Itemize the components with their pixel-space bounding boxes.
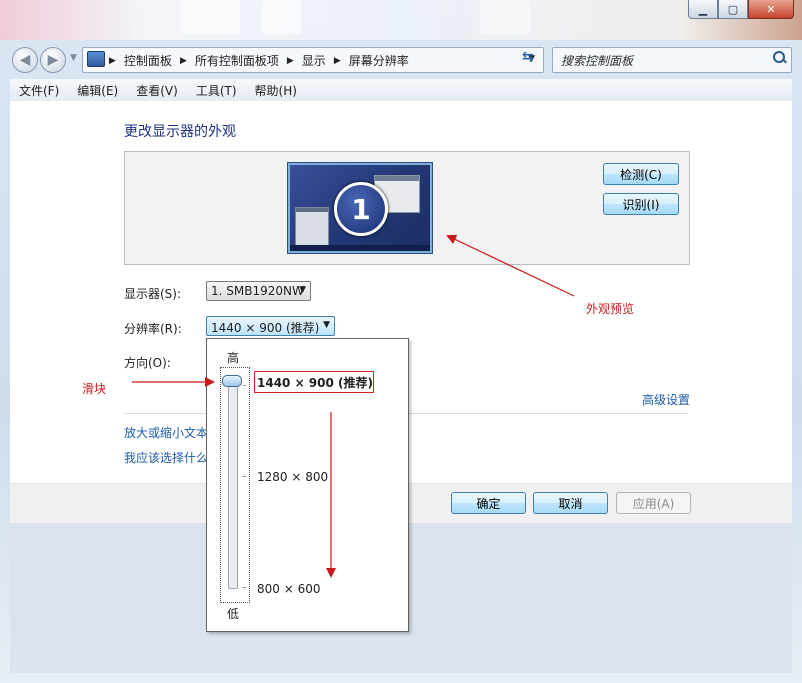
slider-tick [243,587,246,588]
minimize-button[interactable]: ▁ [688,0,718,19]
apply-button: 应用(A) [616,492,691,514]
breadcrumb: ▶ 控制面板 ▶ 所有控制面板项 ▶ 显示 ▶ 屏幕分辨率 [109,52,409,69]
maximize-icon: ▢ [727,2,739,16]
background-thumbnail [262,0,302,34]
resolution-label: 分辨率(R): [124,322,182,336]
ok-button[interactable]: 确定 [451,492,526,514]
recent-pages-dropdown[interactable]: ▼ [70,53,77,63]
navigation-bar: ◀ ▶ ▼ ▶ 控制面板 ▶ 所有控制面板项 ▶ 显示 ▶ 屏幕分辨率 ▼ ⇆ … [10,44,792,76]
chevron-right-icon[interactable]: ▶ [180,56,187,66]
resolution-slider-thumb[interactable] [222,375,242,387]
slider-low-label: 低 [227,607,240,621]
resolution-select[interactable]: 1440 × 900 (推荐) ▼ [206,316,335,336]
page-title: 更改显示器的外观 [124,124,236,140]
annotation-highlight-box [254,371,374,393]
refresh-icon[interactable]: ⇆ [522,49,542,69]
breadcrumb-item[interactable]: 显示 [302,52,326,69]
display-select[interactable]: 1. SMB1920NW ▼ [206,281,311,301]
breadcrumb-item[interactable]: 控制面板 [124,52,172,69]
search-box[interactable]: 搜索控制面板 [552,47,792,73]
control-panel-icon [87,51,105,67]
text-size-link[interactable]: 放大或缩小文本 [124,424,208,441]
forward-arrow-icon: ▶ [47,52,59,68]
breadcrumb-item[interactable]: 屏幕分辨率 [349,52,409,69]
menu-tools[interactable]: 工具(T) [187,79,246,101]
back-button[interactable]: ◀ [12,47,38,73]
close-icon: ✕ [766,2,776,16]
display-select-value: 1. SMB1920NW [211,284,304,298]
caption-buttons: ▁ ▢ ✕ [688,0,794,19]
background-thumbnail [180,0,240,34]
menu-bar: 文件(F) 编辑(E) 查看(V) 工具(T) 帮助(H) [10,79,792,102]
menu-file[interactable]: 文件(F) [10,79,68,101]
chevron-right-icon[interactable]: ▶ [109,56,116,66]
chevron-right-icon[interactable]: ▶ [334,56,341,66]
display-preview-area: 1 检测(C) 识别(I) [124,151,690,265]
annotation-slider-note: 滑块 [82,382,107,396]
search-placeholder[interactable]: 搜索控制面板 [561,52,633,69]
orientation-label: 方向(O): [124,356,171,370]
address-bar[interactable]: ▶ 控制面板 ▶ 所有控制面板项 ▶ 显示 ▶ 屏幕分辨率 ▼ [82,47,544,73]
slider-tick [243,385,246,386]
advanced-settings-link[interactable]: 高级设置 [642,391,690,408]
identify-button[interactable]: 识别(I) [603,193,679,215]
annotation-preview-note: 外观预览 [586,302,635,316]
display-label: 显示器(S): [124,287,182,301]
window-frame: ▁ ▢ ✕ ◀ ▶ ▼ ▶ 控制面板 ▶ 所有控制面板项 ▶ 显示 ▶ 屏幕分辨… [0,0,802,683]
search-icon[interactable] [773,51,785,63]
menu-edit[interactable]: 编辑(E) [68,79,127,101]
monitor-thumbnail[interactable]: 1 [288,163,432,253]
taskbar-thumbnail [290,245,430,251]
background-thumbnail [480,0,530,34]
minimize-icon: ▁ [698,2,708,16]
resolution-option[interactable]: 800 × 600 [257,582,321,596]
monitor-number-badge: 1 [334,182,388,236]
cancel-button[interactable]: 取消 [533,492,608,514]
chevron-down-icon: ▼ [323,320,330,330]
display-settings-help-link[interactable]: 我应该选择什么 [124,449,208,466]
breadcrumb-item[interactable]: 所有控制面板项 [195,52,279,69]
resolution-select-value: 1440 × 900 (推荐) [211,321,320,335]
close-button[interactable]: ✕ [748,0,794,19]
maximize-button[interactable]: ▢ [718,0,748,19]
chevron-right-icon[interactable]: ▶ [287,56,294,66]
forward-button[interactable]: ▶ [40,47,66,73]
back-arrow-icon: ◀ [19,52,31,68]
resolution-option[interactable]: 1280 × 800 [257,470,328,484]
slider-high-label: 高 [227,351,240,365]
detect-button[interactable]: 检测(C) [603,163,679,185]
chevron-down-icon: ▼ [299,285,306,295]
window-thumbnail [295,207,329,247]
resolution-slider-track[interactable] [228,379,238,589]
slider-tick [243,476,246,477]
desktop-background-strip [0,0,802,40]
menu-view[interactable]: 查看(V) [127,79,187,101]
menu-help[interactable]: 帮助(H) [246,79,306,101]
